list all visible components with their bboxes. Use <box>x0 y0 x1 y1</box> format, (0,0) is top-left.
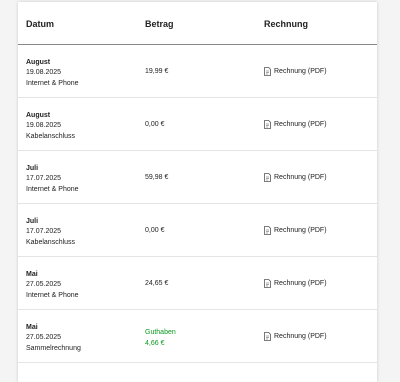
invoice-link-label: Rechnung (PDF) <box>274 227 327 234</box>
contract-type-label: Kabelanschluss <box>26 238 76 246</box>
date-cell: August 19.08.2025 Internet & Phone <box>26 58 79 89</box>
invoice-link-label: Rechnung (PDF) <box>274 280 327 287</box>
invoice-link-label: Rechnung (PDF) <box>274 68 327 75</box>
credit-label: Guthaben <box>145 329 176 336</box>
invoice-pdf-link[interactable]: Rechnung (PDF) <box>264 67 327 76</box>
document-icon <box>264 279 271 288</box>
invoice-link-label: Rechnung (PDF) <box>274 174 327 181</box>
month-label: Mai <box>26 271 38 278</box>
document-icon <box>264 332 271 341</box>
amount-cell: 19,99 € <box>145 68 169 75</box>
invoice-link-label: Rechnung (PDF) <box>274 333 327 340</box>
date-label: 27.05.2025 <box>26 281 62 289</box>
column-header-invoice: Rechnung <box>264 19 308 29</box>
month-label: August <box>26 112 51 119</box>
document-icon <box>264 226 271 235</box>
contract-type-label: Internet & Phone <box>26 291 79 299</box>
table-row: Juli 17.07.2025 Kabelanschluss 0,00 € Re… <box>18 204 377 257</box>
invoice-link-label: Rechnung (PDF) <box>274 121 327 128</box>
date-label: 19.08.2025 <box>26 122 62 130</box>
credit-amount-cell: Guthaben 4,66 € <box>145 328 176 349</box>
month-label: Mai <box>26 324 38 331</box>
invoice-table: Datum Betrag Rechnung August 19.08.2025 … <box>18 2 377 382</box>
month-label: Juli <box>26 165 39 172</box>
column-header-date: Datum <box>26 19 55 29</box>
contract-type-label: Internet & Phone <box>26 185 79 193</box>
table-row: August 19.08.2025 Kabelanschluss 0,00 € … <box>18 98 377 151</box>
date-cell: August 19.08.2025 Kabelanschluss <box>26 111 75 142</box>
month-label: Juli <box>26 218 39 225</box>
amount-cell: 24,65 € <box>145 280 169 287</box>
invoice-pdf-link[interactable]: Rechnung (PDF) <box>264 332 327 341</box>
invoice-pdf-link[interactable]: Rechnung (PDF) <box>264 279 327 288</box>
date-cell: Juli 17.07.2025 Kabelanschluss <box>26 217 75 248</box>
column-header-amount: Betrag <box>145 19 174 29</box>
date-label: 19.08.2025 <box>26 69 62 77</box>
date-cell: Mai 27.05.2025 Sammelrechnung <box>26 323 81 354</box>
contract-type-label: Sammelrechnung <box>26 344 81 352</box>
document-icon <box>264 67 271 76</box>
document-icon <box>264 173 271 182</box>
amount-cell: 0,00 € <box>145 227 165 234</box>
credit-value: 4,66 € <box>145 339 165 347</box>
month-label: August <box>26 59 51 66</box>
contract-type-label: Internet & Phone <box>26 79 79 87</box>
date-label: 17.07.2025 <box>26 228 62 236</box>
date-cell: Mai 27.05.2025 Internet & Phone <box>26 270 79 301</box>
table-row: Mai 27.05.2025 Sammelrechnung Guthaben 4… <box>18 310 377 363</box>
date-cell: Juli 17.07.2025 Internet & Phone <box>26 164 79 195</box>
date-label: 27.05.2025 <box>26 334 62 342</box>
amount-cell: 0,00 € <box>145 121 165 128</box>
document-icon <box>264 120 271 129</box>
contract-type-label: Kabelanschluss <box>26 132 76 140</box>
amount-cell: 59,98 € <box>145 174 169 181</box>
table-row: August 19.08.2025 Internet & Phone 19,99… <box>18 45 377 98</box>
table-row: Juli 17.07.2025 Internet & Phone 59,98 €… <box>18 151 377 204</box>
table-header: Datum Betrag Rechnung <box>18 2 377 45</box>
invoice-pdf-link[interactable]: Rechnung (PDF) <box>264 226 327 235</box>
invoice-pdf-link[interactable]: Rechnung (PDF) <box>264 173 327 182</box>
date-label: 17.07.2025 <box>26 175 62 183</box>
invoice-pdf-link[interactable]: Rechnung (PDF) <box>264 120 327 129</box>
table-row: Mai 27.05.2025 Internet & Phone 24,65 € … <box>18 257 377 310</box>
